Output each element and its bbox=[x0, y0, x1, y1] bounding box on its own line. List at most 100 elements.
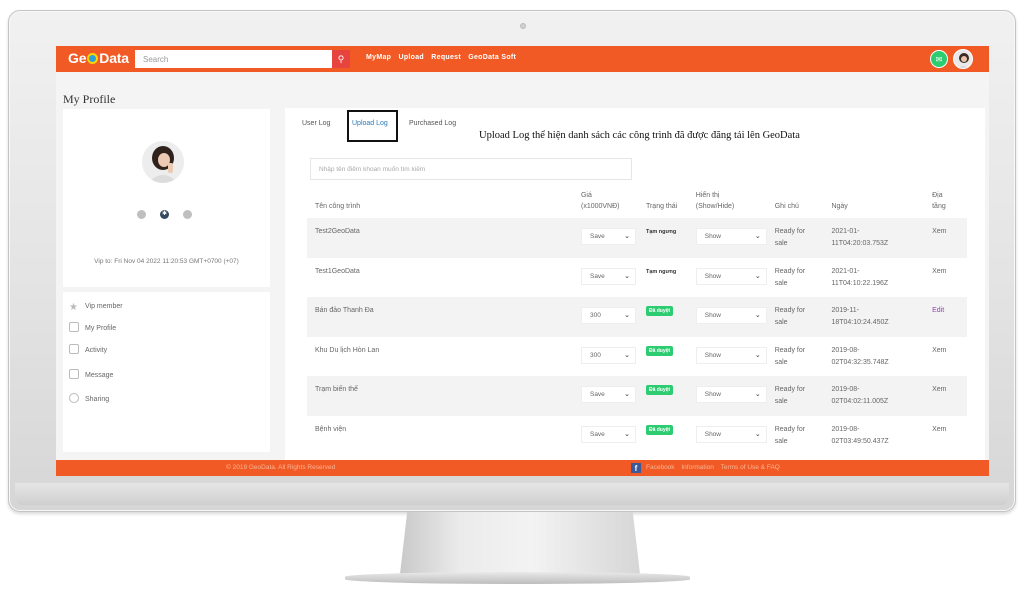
settings-icon[interactable]: ✱ bbox=[160, 210, 169, 219]
chevron-down-icon: ⌄ bbox=[624, 351, 630, 359]
side-item-my-profile[interactable]: My Profile bbox=[67, 321, 257, 337]
chat-icon[interactable]: ✉ bbox=[930, 50, 948, 68]
row-action-link[interactable]: Xem bbox=[932, 347, 946, 354]
cell-action: Xem bbox=[928, 218, 967, 258]
price-select[interactable]: 300 ⌄ bbox=[580, 346, 636, 364]
approved-badge: Đã duyệt bbox=[645, 306, 674, 316]
nav-upload[interactable]: Upload bbox=[398, 54, 424, 61]
table-row: Test2GeoData Save ⌄ Tạm ngưng Show ⌄ Ready for… bbox=[307, 218, 967, 258]
tab-highlight-box bbox=[347, 110, 398, 142]
cell-price: Save ⌄ bbox=[576, 376, 642, 416]
filter-input[interactable] bbox=[310, 158, 632, 180]
cell-visibility: Show ⌄ bbox=[692, 337, 771, 377]
nav-mymap[interactable]: MyMap bbox=[366, 54, 391, 61]
header-price: Giá (x1000VNĐ) bbox=[580, 192, 620, 210]
tab-purchased-log[interactable]: Purchased Log bbox=[409, 120, 456, 127]
search-input[interactable] bbox=[135, 50, 332, 68]
cell-action: Xem bbox=[928, 258, 967, 298]
cell-project-name: Bệnh viện bbox=[315, 425, 347, 433]
footer-link-information[interactable]: Information bbox=[681, 464, 714, 471]
visibility-select[interactable]: Show ⌄ bbox=[695, 425, 767, 443]
cell-visibility: Show ⌄ bbox=[691, 218, 771, 258]
paused-status: Tạm ngưng bbox=[645, 229, 677, 235]
cell-date: 2021-01- 11T04:20:03.753Z bbox=[827, 218, 929, 258]
cell-project-name: Trạm biến thế bbox=[307, 376, 577, 416]
price-select[interactable]: Save ⌄ bbox=[580, 228, 636, 245]
cell-project-name: Test2GeoData bbox=[307, 218, 577, 258]
profile-icon bbox=[69, 322, 79, 332]
monitor-stand bbox=[400, 512, 640, 574]
cell-note: Ready for sale bbox=[770, 376, 828, 416]
side-item-activity[interactable]: Activity bbox=[67, 343, 257, 359]
option-dot[interactable] bbox=[183, 210, 192, 219]
approved-badge: Đã duyệt bbox=[645, 424, 674, 435]
cell-status: Đã duyệt bbox=[642, 337, 692, 377]
side-menu: ★ Vip member My Profile Activity Message … bbox=[63, 292, 270, 452]
top-navbar: GeData ⚲ MyMap Upload Request GeoData So… bbox=[56, 46, 989, 72]
price-select[interactable]: Save ⌄ bbox=[580, 386, 636, 403]
star-icon: ★ bbox=[69, 302, 78, 313]
cell-price: Save ⌄ bbox=[577, 258, 642, 298]
cell-note: Ready for sale bbox=[774, 425, 806, 445]
cell-date: 2019-08- 02T04:02:11.005Z bbox=[827, 376, 929, 416]
cell-action: Edit bbox=[928, 297, 967, 337]
cell-visibility: Show ⌄ bbox=[692, 258, 771, 298]
header-name: Tên công trình bbox=[315, 203, 361, 210]
cell-price: 300 ⌄ bbox=[576, 297, 642, 337]
sharing-icon bbox=[69, 393, 79, 403]
header-note: Ghi chú bbox=[774, 203, 799, 210]
table-row: Khu Du lịch Hòn Lan 300 ⌄ Đã duyệt Show ⌄ Read… bbox=[307, 337, 967, 377]
row-action-link[interactable]: Edit bbox=[932, 307, 944, 314]
side-item-sharing[interactable]: Sharing bbox=[67, 392, 257, 408]
approved-badge: Đã duyệt bbox=[645, 345, 674, 356]
geodata-logo[interactable]: Ge Data bbox=[68, 50, 129, 66]
visibility-select[interactable]: Show ⌄ bbox=[695, 228, 767, 245]
cell-project-name: Test1GeoData bbox=[315, 267, 360, 275]
logo-globe-icon bbox=[87, 53, 99, 64]
facebook-icon[interactable]: f bbox=[631, 463, 641, 473]
nav-geodata-soft[interactable]: GeoData Soft bbox=[468, 54, 516, 61]
visibility-select[interactable]: Show ⌄ bbox=[695, 307, 767, 324]
row-action-link[interactable]: Xem bbox=[932, 268, 946, 275]
cell-status: Đã duyệt bbox=[642, 416, 692, 456]
cell-action: Xem bbox=[928, 337, 967, 377]
main-panel: User Log Upload Log Purchased Log Upload… bbox=[285, 108, 985, 473]
chevron-down-icon: ⌄ bbox=[624, 312, 630, 319]
profile-card: ✱ Vip to: Fri Nov 04 2022 11:20:53 GMT+0… bbox=[63, 109, 270, 287]
webcam-icon bbox=[520, 23, 526, 29]
visibility-select[interactable]: Show ⌄ bbox=[695, 267, 767, 285]
footer-link-terms[interactable]: Terms of Use & FAQ bbox=[721, 464, 780, 471]
nav-request[interactable]: Request bbox=[431, 54, 461, 61]
cell-project-name: Bán đảo Thanh Đa bbox=[307, 297, 577, 337]
tab-user-log[interactable]: User Log bbox=[302, 120, 330, 127]
chevron-down-icon: ⌄ bbox=[754, 312, 761, 319]
row-action-link[interactable]: Xem bbox=[932, 386, 946, 393]
row-action-link[interactable]: Xem bbox=[932, 228, 946, 235]
chevron-down-icon: ⌄ bbox=[754, 272, 761, 280]
visibility-select[interactable]: Show ⌄ bbox=[695, 386, 767, 403]
cell-status: Đã duyệt bbox=[641, 297, 692, 337]
footer-link-facebook[interactable]: Facebook bbox=[646, 464, 675, 471]
table-row: Bệnh viện Save ⌄ Đã duyệt Show ⌄ Ready for sale… bbox=[307, 416, 967, 456]
visibility-select[interactable]: Show ⌄ bbox=[695, 346, 767, 364]
cell-status: Đã duyệt bbox=[641, 376, 692, 416]
side-item-vip-member[interactable]: ★ Vip member bbox=[67, 299, 257, 315]
cell-action: Xem bbox=[928, 376, 967, 416]
cell-price: 300 ⌄ bbox=[577, 337, 642, 377]
search-button[interactable]: ⚲ bbox=[332, 50, 350, 68]
main-nav: MyMap Upload Request GeoData Soft bbox=[366, 54, 521, 61]
chevron-down-icon: ⌄ bbox=[624, 430, 630, 438]
user-avatar[interactable] bbox=[953, 49, 973, 69]
activity-icon bbox=[69, 344, 79, 354]
cell-note: Ready for sale bbox=[774, 346, 806, 366]
price-select[interactable]: Save ⌄ bbox=[580, 267, 636, 285]
table-header-row: Tên công trình Giá (x1000VNĐ) Trạng thái … bbox=[307, 186, 967, 218]
message-icon bbox=[69, 369, 79, 379]
side-item-message[interactable]: Message bbox=[67, 368, 257, 384]
price-select[interactable]: Save ⌄ bbox=[580, 425, 636, 443]
price-select[interactable]: 300 ⌄ bbox=[580, 307, 636, 324]
cell-date: 2021-01- 11T04:10:22.196Z bbox=[831, 267, 889, 287]
paused-status: Tạm ngưng bbox=[645, 268, 677, 275]
status-dot[interactable] bbox=[137, 210, 146, 219]
row-action-link[interactable]: Xem bbox=[932, 426, 946, 433]
